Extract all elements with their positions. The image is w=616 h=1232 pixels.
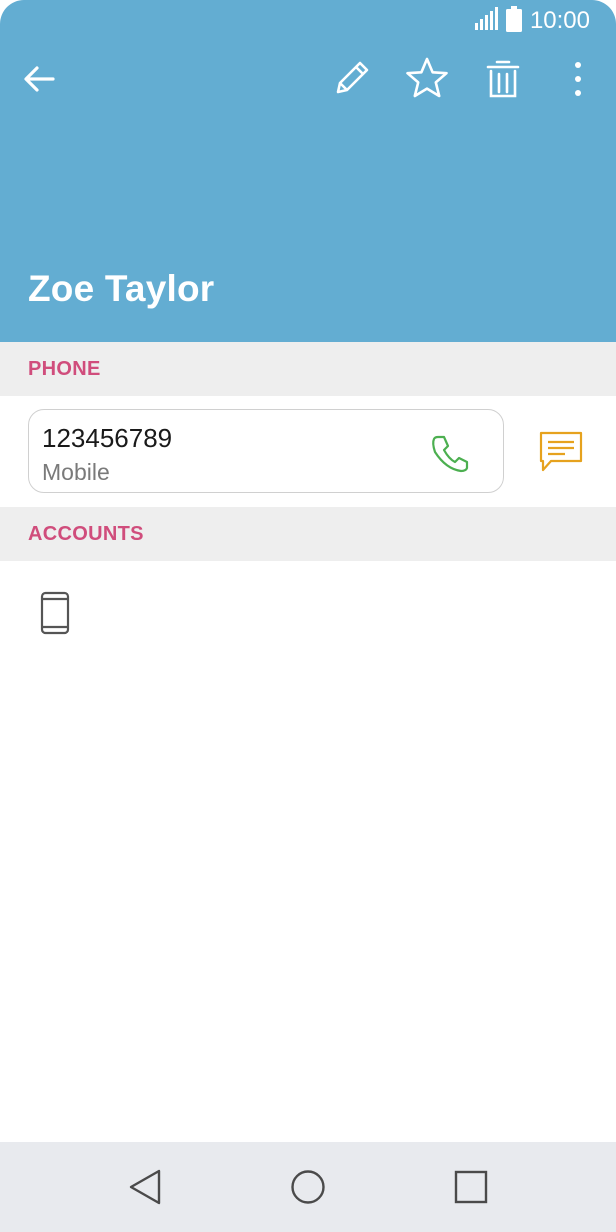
nav-home-icon[interactable]: [287, 1166, 329, 1208]
phone-section-title: PHONE: [28, 358, 101, 380]
phone-type-label: Mobile: [42, 459, 110, 485]
accounts-section-header: ACCOUNTS: [0, 507, 616, 561]
back-arrow-icon[interactable]: [16, 56, 62, 102]
nav-back-icon[interactable]: [124, 1166, 166, 1208]
status-bar: 10:00: [474, 5, 590, 37]
device-phone-icon: [36, 590, 74, 636]
phone-number: 123456789: [42, 423, 173, 453]
more-options-icon[interactable]: [560, 56, 596, 102]
phone-call-icon[interactable]: [427, 430, 473, 476]
message-icon[interactable]: [536, 428, 586, 476]
signal-icon: [474, 6, 500, 36]
edit-pencil-icon[interactable]: [328, 54, 376, 102]
delete-trash-icon[interactable]: [480, 54, 526, 102]
phone-section-header: PHONE: [0, 342, 616, 396]
favorite-star-icon[interactable]: [403, 54, 451, 102]
accounts-section-title: ACCOUNTS: [28, 523, 144, 545]
contact-header: 10:00 Zoe Taylor: [0, 0, 616, 342]
contact-name: Zoe Taylor: [28, 268, 215, 309]
phone-entry-card[interactable]: 123456789 Mobile: [28, 409, 504, 493]
system-nav-bar: [0, 1142, 616, 1232]
nav-recents-icon[interactable]: [450, 1166, 492, 1208]
status-time: 10:00: [529, 7, 590, 34]
battery-icon: [505, 5, 522, 37]
